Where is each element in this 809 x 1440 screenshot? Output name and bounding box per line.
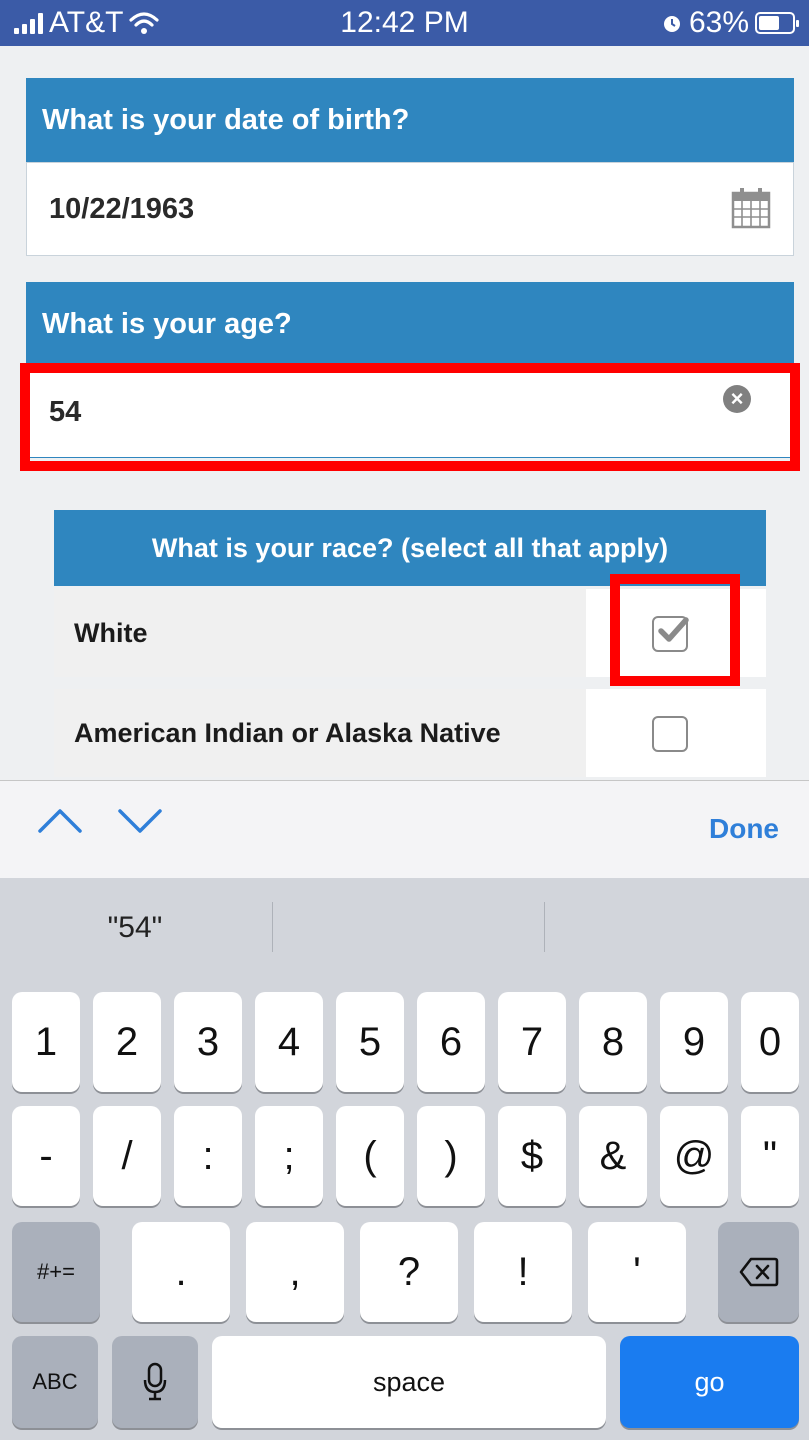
key-abc[interactable]: ABC: [12, 1336, 98, 1428]
suggestion-item[interactable]: [272, 878, 542, 978]
key-3[interactable]: 3: [174, 992, 242, 1092]
survey-form: What is your date of birth? 10/22/1963 W…: [0, 46, 809, 780]
suggestion-bar: "54": [0, 878, 809, 990]
dob-question: What is your date of birth?: [26, 78, 794, 162]
race-check-cell[interactable]: [586, 589, 766, 677]
key-question[interactable]: ?: [360, 1222, 458, 1322]
key-colon[interactable]: :: [174, 1106, 242, 1206]
backspace-icon: [739, 1257, 778, 1287]
battery-icon: [755, 12, 799, 34]
key-quote[interactable]: ": [741, 1106, 799, 1206]
battery-percent: 63%: [688, 6, 749, 39]
key-dollar[interactable]: $: [498, 1106, 566, 1206]
key-apostrophe[interactable]: ': [588, 1222, 686, 1322]
checkbox-checked[interactable]: [652, 616, 689, 652]
key-0[interactable]: 0: [741, 992, 799, 1092]
key-more-symbols[interactable]: #+=: [12, 1222, 100, 1322]
race-option-american-indian[interactable]: American Indian or Alaska Native: [54, 689, 766, 777]
battery-group: 63%: [661, 6, 799, 40]
alarm-icon: [663, 16, 680, 32]
done-button[interactable]: Done: [709, 813, 779, 845]
race-option-label: White: [54, 589, 586, 677]
suggestion-item[interactable]: "54": [0, 878, 270, 978]
age-field[interactable]: 54 ×: [26, 366, 794, 458]
dob-field[interactable]: 10/22/1963: [26, 162, 794, 256]
numeric-keyboard: "54" 1 2 3 4 5 6 7 8 9 0 - / : ; ( ) $ &…: [0, 878, 809, 1440]
key-go[interactable]: go: [620, 1336, 799, 1428]
key-semicolon[interactable]: ;: [255, 1106, 323, 1206]
key-9[interactable]: 9: [660, 992, 728, 1092]
key-period[interactable]: .: [132, 1222, 230, 1322]
chevron-up-icon[interactable]: [36, 801, 84, 841]
calendar-icon[interactable]: [731, 187, 771, 229]
key-1[interactable]: 1: [12, 992, 80, 1092]
key-hyphen[interactable]: -: [12, 1106, 80, 1206]
clear-icon[interactable]: ×: [723, 385, 751, 413]
key-2[interactable]: 2: [93, 992, 161, 1092]
microphone-icon: [143, 1362, 167, 1401]
key-5[interactable]: 5: [336, 992, 404, 1092]
key-space[interactable]: space: [212, 1336, 606, 1428]
age-value: 54: [49, 395, 82, 428]
key-8[interactable]: 8: [579, 992, 647, 1092]
status-bar: AT&T 12:42 PM 63%: [0, 0, 809, 46]
key-dictation[interactable]: [112, 1336, 198, 1428]
age-question: What is your age?: [26, 282, 794, 366]
checkbox-unchecked[interactable]: [652, 716, 688, 752]
key-ampersand[interactable]: &: [579, 1106, 647, 1206]
race-question: What is your race? (select all that appl…: [54, 510, 766, 586]
chevron-down-icon[interactable]: [116, 801, 164, 841]
key-6[interactable]: 6: [417, 992, 485, 1092]
suggestion-item[interactable]: [544, 878, 809, 978]
key-exclamation[interactable]: !: [474, 1222, 572, 1322]
key-close-paren[interactable]: ): [417, 1106, 485, 1206]
key-4[interactable]: 4: [255, 992, 323, 1092]
key-7[interactable]: 7: [498, 992, 566, 1092]
race-option-label: American Indian or Alaska Native: [54, 689, 586, 777]
key-open-paren[interactable]: (: [336, 1106, 404, 1206]
key-at[interactable]: @: [660, 1106, 728, 1206]
race-option-white[interactable]: White: [54, 589, 766, 677]
key-delete[interactable]: [718, 1222, 799, 1322]
race-check-cell[interactable]: [586, 689, 766, 777]
checkmark-icon: [658, 617, 689, 642]
keyboard-accessory-bar: Done: [0, 780, 809, 878]
key-slash[interactable]: /: [93, 1106, 161, 1206]
dob-value: 10/22/1963: [49, 192, 195, 225]
key-comma[interactable]: ,: [246, 1222, 344, 1322]
